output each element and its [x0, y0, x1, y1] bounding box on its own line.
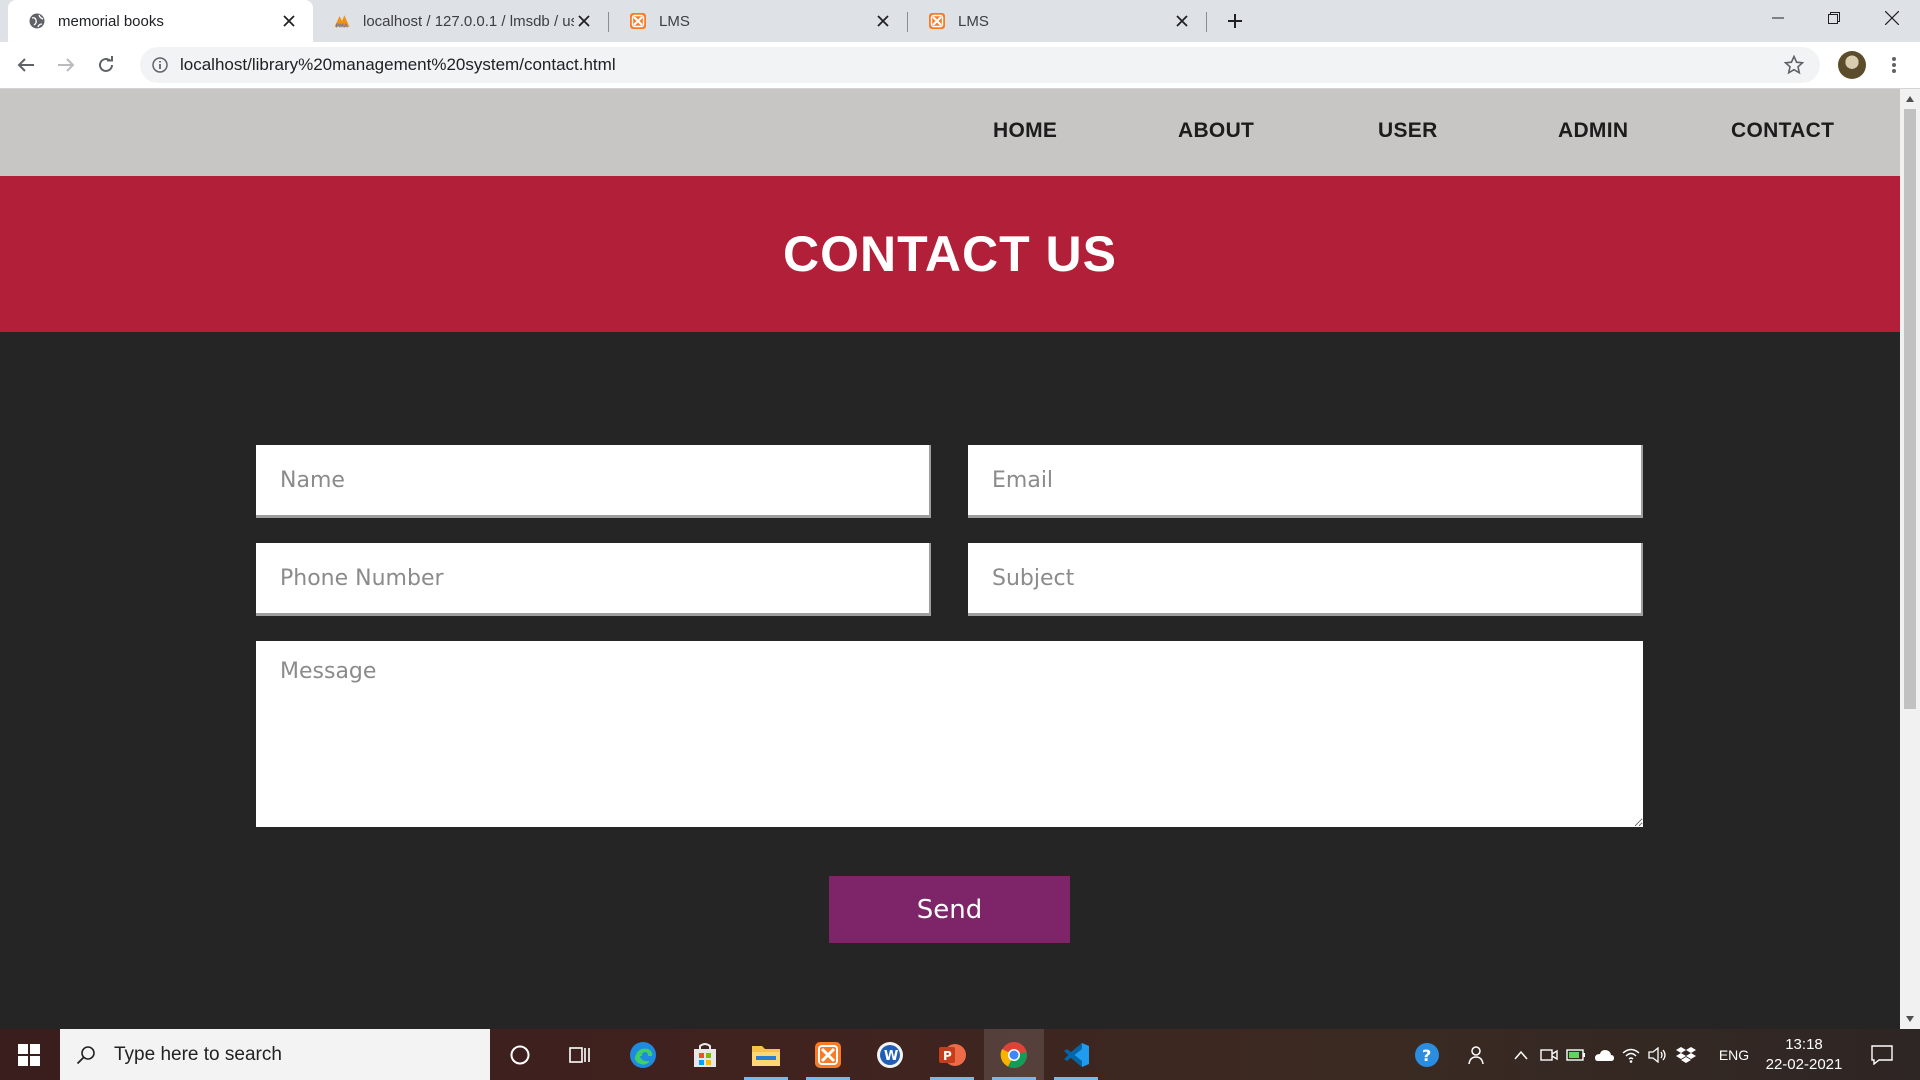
page-scrollbar[interactable]	[1900, 89, 1920, 1029]
wifi-icon[interactable]	[1618, 1029, 1644, 1080]
nav-admin[interactable]: ADMIN	[1558, 119, 1628, 143]
edge-icon[interactable]	[613, 1029, 673, 1080]
cortana-icon[interactable]	[490, 1029, 550, 1080]
tab-separator	[1206, 12, 1207, 32]
nav-about[interactable]: ABOUT	[1178, 119, 1254, 143]
dropbox-icon[interactable]	[1672, 1029, 1700, 1080]
xampp-icon	[928, 12, 946, 30]
xampp-icon[interactable]	[798, 1029, 858, 1080]
browser-toolbar: localhost/library%20management%20system/…	[0, 42, 1920, 89]
plus-icon	[1228, 14, 1242, 28]
url-text[interactable]: localhost/library%20management%20system/…	[180, 55, 1780, 75]
tab-title: localhost / 127.0.0.1 / lmsdb / us	[363, 12, 574, 30]
email-field[interactable]	[968, 445, 1643, 518]
taskbar-search[interactable]: Type here to search	[60, 1029, 490, 1080]
close-window-button[interactable]	[1864, 0, 1920, 36]
tab-phpmyadmin[interactable]: PMA localhost / 127.0.0.1 / lmsdb / us	[313, 0, 608, 42]
close-tab-icon[interactable]	[1172, 11, 1192, 31]
scroll-down-arrow-icon[interactable]	[1904, 1013, 1916, 1025]
reload-icon	[99, 56, 113, 72]
minimize-button[interactable]	[1750, 0, 1806, 36]
info-icon[interactable]	[150, 55, 170, 75]
xampp-icon	[629, 12, 647, 30]
tab-title: LMS	[958, 12, 989, 30]
start-button[interactable]	[0, 1029, 58, 1080]
scroll-thumb[interactable]	[1904, 109, 1916, 709]
vscode-icon[interactable]	[1046, 1029, 1106, 1080]
task-view-icon[interactable]	[550, 1029, 610, 1080]
reload-button[interactable]	[90, 49, 122, 81]
nav-contact[interactable]: CONTACT	[1731, 119, 1834, 143]
microsoft-store-icon[interactable]	[675, 1029, 735, 1080]
tab-title: LMS	[659, 12, 690, 30]
svg-text:PMA: PMA	[335, 24, 347, 30]
send-button[interactable]: Send	[829, 876, 1070, 943]
people-icon[interactable]	[1460, 1029, 1492, 1080]
meet-now-icon[interactable]	[1536, 1029, 1562, 1080]
site-navbar: HOME ABOUT USER ADMIN CONTACT	[0, 89, 1900, 176]
help-icon[interactable]: ?	[1408, 1029, 1446, 1080]
nav-user[interactable]: USER	[1378, 119, 1438, 143]
clock-time: 13:18	[1785, 1036, 1823, 1053]
globe-icon	[28, 12, 46, 30]
close-tab-icon[interactable]	[279, 11, 299, 31]
notification-center-icon[interactable]	[1862, 1029, 1902, 1080]
nav-home[interactable]: HOME	[993, 119, 1057, 143]
address-bar[interactable]: localhost/library%20management%20system/…	[140, 47, 1820, 83]
svg-text:?: ?	[1422, 1046, 1431, 1065]
battery-icon[interactable]	[1562, 1029, 1590, 1080]
volume-icon[interactable]	[1644, 1029, 1672, 1080]
close-tab-icon[interactable]	[574, 11, 594, 31]
word-icon[interactable]: W	[860, 1029, 920, 1080]
restore-button[interactable]	[1806, 0, 1862, 36]
page-viewport: HOME ABOUT USER ADMIN CONTACT CONTACT US…	[0, 89, 1900, 1029]
chevron-up-icon[interactable]	[1508, 1029, 1534, 1080]
close-tab-icon[interactable]	[873, 11, 893, 31]
page-title: CONTACT US	[782, 226, 1118, 282]
file-explorer-icon[interactable]	[736, 1029, 796, 1080]
page-banner: CONTACT US	[0, 176, 1900, 332]
tab-lms-2[interactable]: LMS	[908, 0, 1206, 42]
search-icon	[74, 1043, 98, 1067]
svg-text:W: W	[884, 1049, 898, 1064]
windows-taskbar: Type here to search W P ? ENG 13:18 22-0…	[0, 1029, 1920, 1080]
svg-text:P: P	[943, 1049, 952, 1063]
chrome-icon[interactable]	[984, 1029, 1044, 1080]
windows-logo-icon	[18, 1043, 40, 1066]
clock-date: 22-02-2021	[1765, 1056, 1843, 1073]
profile-avatar[interactable]	[1838, 51, 1866, 79]
search-placeholder: Type here to search	[114, 1043, 282, 1065]
phone-number-field[interactable]	[256, 543, 931, 616]
new-tab-button[interactable]	[1222, 8, 1248, 34]
phpmyadmin-icon: PMA	[333, 12, 351, 30]
menu-button[interactable]	[1878, 49, 1910, 81]
browser-tab-strip: memorial books PMA localhost / 127.0.0.1…	[0, 0, 1920, 42]
back-button[interactable]	[10, 49, 42, 81]
tab-memorial-books[interactable]: memorial books	[8, 0, 313, 42]
tab-lms-1[interactable]: LMS	[609, 0, 907, 42]
more-vertical-icon	[1892, 57, 1896, 73]
bookmark-star-icon[interactable]	[1780, 51, 1808, 79]
tab-title: memorial books	[58, 12, 164, 30]
system-clock[interactable]: 13:18 22-02-2021	[1756, 1035, 1852, 1075]
subject-field[interactable]	[968, 543, 1643, 616]
onedrive-icon[interactable]	[1590, 1029, 1618, 1080]
restore-icon	[1828, 12, 1840, 24]
arrow-left-icon	[17, 58, 34, 72]
scroll-up-arrow-icon[interactable]	[1904, 93, 1916, 105]
message-field[interactable]	[256, 641, 1643, 827]
language-indicator[interactable]: ENG	[1714, 1029, 1754, 1080]
powerpoint-icon[interactable]: P	[922, 1029, 982, 1080]
name-field[interactable]	[256, 445, 931, 518]
arrow-right-icon	[58, 58, 75, 72]
minimize-icon	[1772, 17, 1784, 19]
forward-button[interactable]	[50, 49, 82, 81]
close-icon	[1885, 11, 1899, 25]
